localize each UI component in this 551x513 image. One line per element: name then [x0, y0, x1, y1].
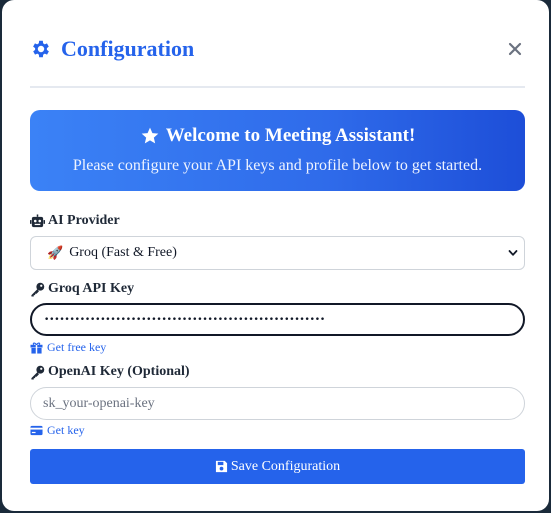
rocket-icon: 🚀 — [47, 245, 64, 260]
groq-key-label-row: Groq API Key — [30, 281, 134, 297]
welcome-banner: Welcome to Meeting Assistant! Please con… — [30, 110, 525, 191]
openai-key-placeholder: sk_your-openai-key — [43, 395, 155, 411]
welcome-title-row: Welcome to Meeting Assistant! — [30, 125, 525, 147]
page-title: Configuration — [61, 36, 195, 61]
openai-key-label: OpenAI Key (Optional) — [48, 364, 190, 379]
header-divider — [30, 86, 525, 88]
save-icon — [215, 460, 228, 473]
save-configuration-label: Save Configuration — [230, 458, 341, 474]
openai-key-input[interactable]: sk_your-openai-key — [30, 387, 525, 420]
key-icon — [30, 365, 45, 380]
ai-provider-label-row: AI Provider — [30, 213, 120, 229]
robot-icon — [30, 213, 45, 229]
welcome-title: Welcome to Meeting Assistant! — [165, 125, 416, 146]
groq-key-value: ••••••••••••••••••••••••••••••••••••••••… — [44, 314, 325, 325]
gear-icon — [30, 38, 52, 60]
get-key-label: Get key — [47, 423, 85, 437]
save-configuration-button[interactable]: Save Configuration — [30, 449, 525, 484]
close-icon[interactable] — [507, 41, 523, 57]
chevron-down-icon — [508, 248, 518, 258]
configuration-modal: Configuration Welcome to Meeting Assista… — [2, 0, 549, 511]
key-icon — [30, 282, 45, 297]
credit-card-icon — [30, 425, 43, 437]
get-free-key-link[interactable]: Get free key — [30, 340, 106, 355]
groq-key-input[interactable]: ••••••••••••••••••••••••••••••••••••••••… — [30, 303, 525, 336]
groq-key-label: Groq API Key — [48, 281, 135, 296]
ai-provider-label: AI Provider — [48, 213, 120, 228]
openai-key-label-row: OpenAI Key (Optional) — [30, 364, 190, 380]
star-icon — [140, 126, 160, 146]
ai-provider-selected: Groq (Fast & Free) — [69, 245, 177, 260]
gift-icon — [30, 341, 43, 354]
welcome-subtitle: Please configure your API keys and profi… — [72, 157, 483, 174]
get-free-key-label: Get free key — [47, 340, 107, 354]
modal-header: Configuration — [30, 34, 523, 64]
ai-provider-select[interactable]: 🚀 Groq (Fast & Free) — [30, 236, 525, 270]
get-key-link[interactable]: Get key — [30, 423, 85, 438]
